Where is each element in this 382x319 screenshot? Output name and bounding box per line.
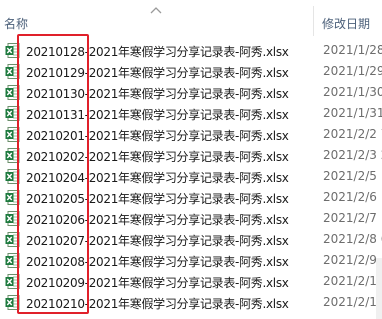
column-divider[interactable]: [313, 6, 314, 36]
excel-file-icon: [5, 295, 20, 310]
file-modified-date: 2021/2/11: [323, 295, 382, 309]
excel-file-icon: [5, 211, 20, 226]
file-modified-date: 2021/1/28: [323, 43, 382, 57]
excel-file-icon: [5, 253, 20, 268]
file-name: 20210201-2021年寒假学习分享记录表-阿秀.xlsx: [26, 129, 289, 143]
file-row[interactable]: 20210201-2021年寒假学习分享记录表-阿秀.xlsx 2021/2/2 …: [0, 124, 382, 145]
excel-file-icon: [5, 148, 20, 163]
file-modified-date: 2021/2/10: [323, 274, 382, 288]
file-row[interactable]: 20210129-2021年寒假学习分享记录表-阿秀.xlsx 2021/1/29: [0, 61, 382, 82]
file-modified-date: 2021/2/3 2: [323, 148, 382, 162]
excel-file-icon: [5, 64, 20, 79]
file-list: 20210128-2021年寒假学习分享记录表-阿秀.xlsx 2021/1/28…: [0, 40, 382, 313]
file-row[interactable]: 20210202-2021年寒假学习分享记录表-阿秀.xlsx 2021/2/3 …: [0, 145, 382, 166]
file-name: 20210205-2021年寒假学习分享记录表-阿秀.xlsx: [26, 192, 289, 206]
file-row[interactable]: 20210131-2021年寒假学习分享记录表-阿秀.xlsx 2021/1/31: [0, 103, 382, 124]
file-name: 20210207-2021年寒假学习分享记录表-阿秀.xlsx: [26, 234, 289, 248]
scrollbar-track[interactable]: [376, 258, 382, 319]
excel-file-icon: [5, 106, 20, 121]
file-modified-date: 2021/1/30: [323, 85, 382, 99]
file-modified-date: 2021/2/8 6: [323, 232, 382, 246]
file-row[interactable]: 20210208-2021年寒假学习分享记录表-阿秀.xlsx 2021/2/9 …: [0, 250, 382, 271]
column-header-modified-date[interactable]: 修改日期: [322, 15, 370, 32]
excel-file-icon: [5, 274, 20, 289]
excel-file-icon: [5, 169, 20, 184]
excel-file-icon: [5, 85, 20, 100]
file-modified-date: 2021/2/7 1: [323, 211, 382, 225]
sort-up-chevron-icon[interactable]: [150, 6, 162, 14]
file-name: 20210206-2021年寒假学习分享记录表-阿秀.xlsx: [26, 213, 289, 227]
file-name: 20210204-2021年寒假学习分享记录表-阿秀.xlsx: [26, 171, 289, 185]
file-modified-date: 2021/2/9 1: [323, 253, 382, 267]
file-row[interactable]: 20210205-2021年寒假学习分享记录表-阿秀.xlsx 2021/2/6 …: [0, 187, 382, 208]
file-modified-date: 2021/2/6 1: [323, 190, 382, 204]
file-modified-date: 2021/2/5 1: [323, 169, 382, 183]
file-name: 20210131-2021年寒假学习分享记录表-阿秀.xlsx: [26, 108, 289, 122]
file-name: 20210130-2021年寒假学习分享记录表-阿秀.xlsx: [26, 87, 289, 101]
file-name: 20210202-2021年寒假学习分享记录表-阿秀.xlsx: [26, 150, 289, 164]
excel-file-icon: [5, 190, 20, 205]
file-row[interactable]: 20210130-2021年寒假学习分享记录表-阿秀.xlsx 2021/1/30: [0, 82, 382, 103]
column-header-name[interactable]: 名称: [4, 15, 28, 32]
excel-file-icon: [5, 43, 20, 58]
file-row[interactable]: 20210206-2021年寒假学习分享记录表-阿秀.xlsx 2021/2/7 …: [0, 208, 382, 229]
excel-file-icon: [5, 232, 20, 247]
file-row[interactable]: 20210209-2021年寒假学习分享记录表-阿秀.xlsx 2021/2/10: [0, 271, 382, 292]
file-name: 20210208-2021年寒假学习分享记录表-阿秀.xlsx: [26, 255, 289, 269]
file-row[interactable]: 20210207-2021年寒假学习分享记录表-阿秀.xlsx 2021/2/8 …: [0, 229, 382, 250]
file-row[interactable]: 20210128-2021年寒假学习分享记录表-阿秀.xlsx 2021/1/28: [0, 40, 382, 61]
file-name: 20210129-2021年寒假学习分享记录表-阿秀.xlsx: [26, 66, 289, 80]
file-modified-date: 2021/2/2 7: [323, 127, 382, 141]
file-row[interactable]: 20210210-2021年寒假学习分享记录表-阿秀.xlsx 2021/2/11: [0, 292, 382, 313]
file-modified-date: 2021/1/29: [323, 64, 382, 78]
file-row[interactable]: 20210204-2021年寒假学习分享记录表-阿秀.xlsx 2021/2/5 …: [0, 166, 382, 187]
file-modified-date: 2021/1/31: [323, 106, 382, 120]
file-name: 20210210-2021年寒假学习分享记录表-阿秀.xlsx: [26, 297, 289, 311]
file-name: 20210128-2021年寒假学习分享记录表-阿秀.xlsx: [26, 45, 289, 59]
column-header-bar: 名称 修改日期: [0, 0, 382, 38]
excel-file-icon: [5, 127, 20, 142]
file-name: 20210209-2021年寒假学习分享记录表-阿秀.xlsx: [26, 276, 289, 290]
